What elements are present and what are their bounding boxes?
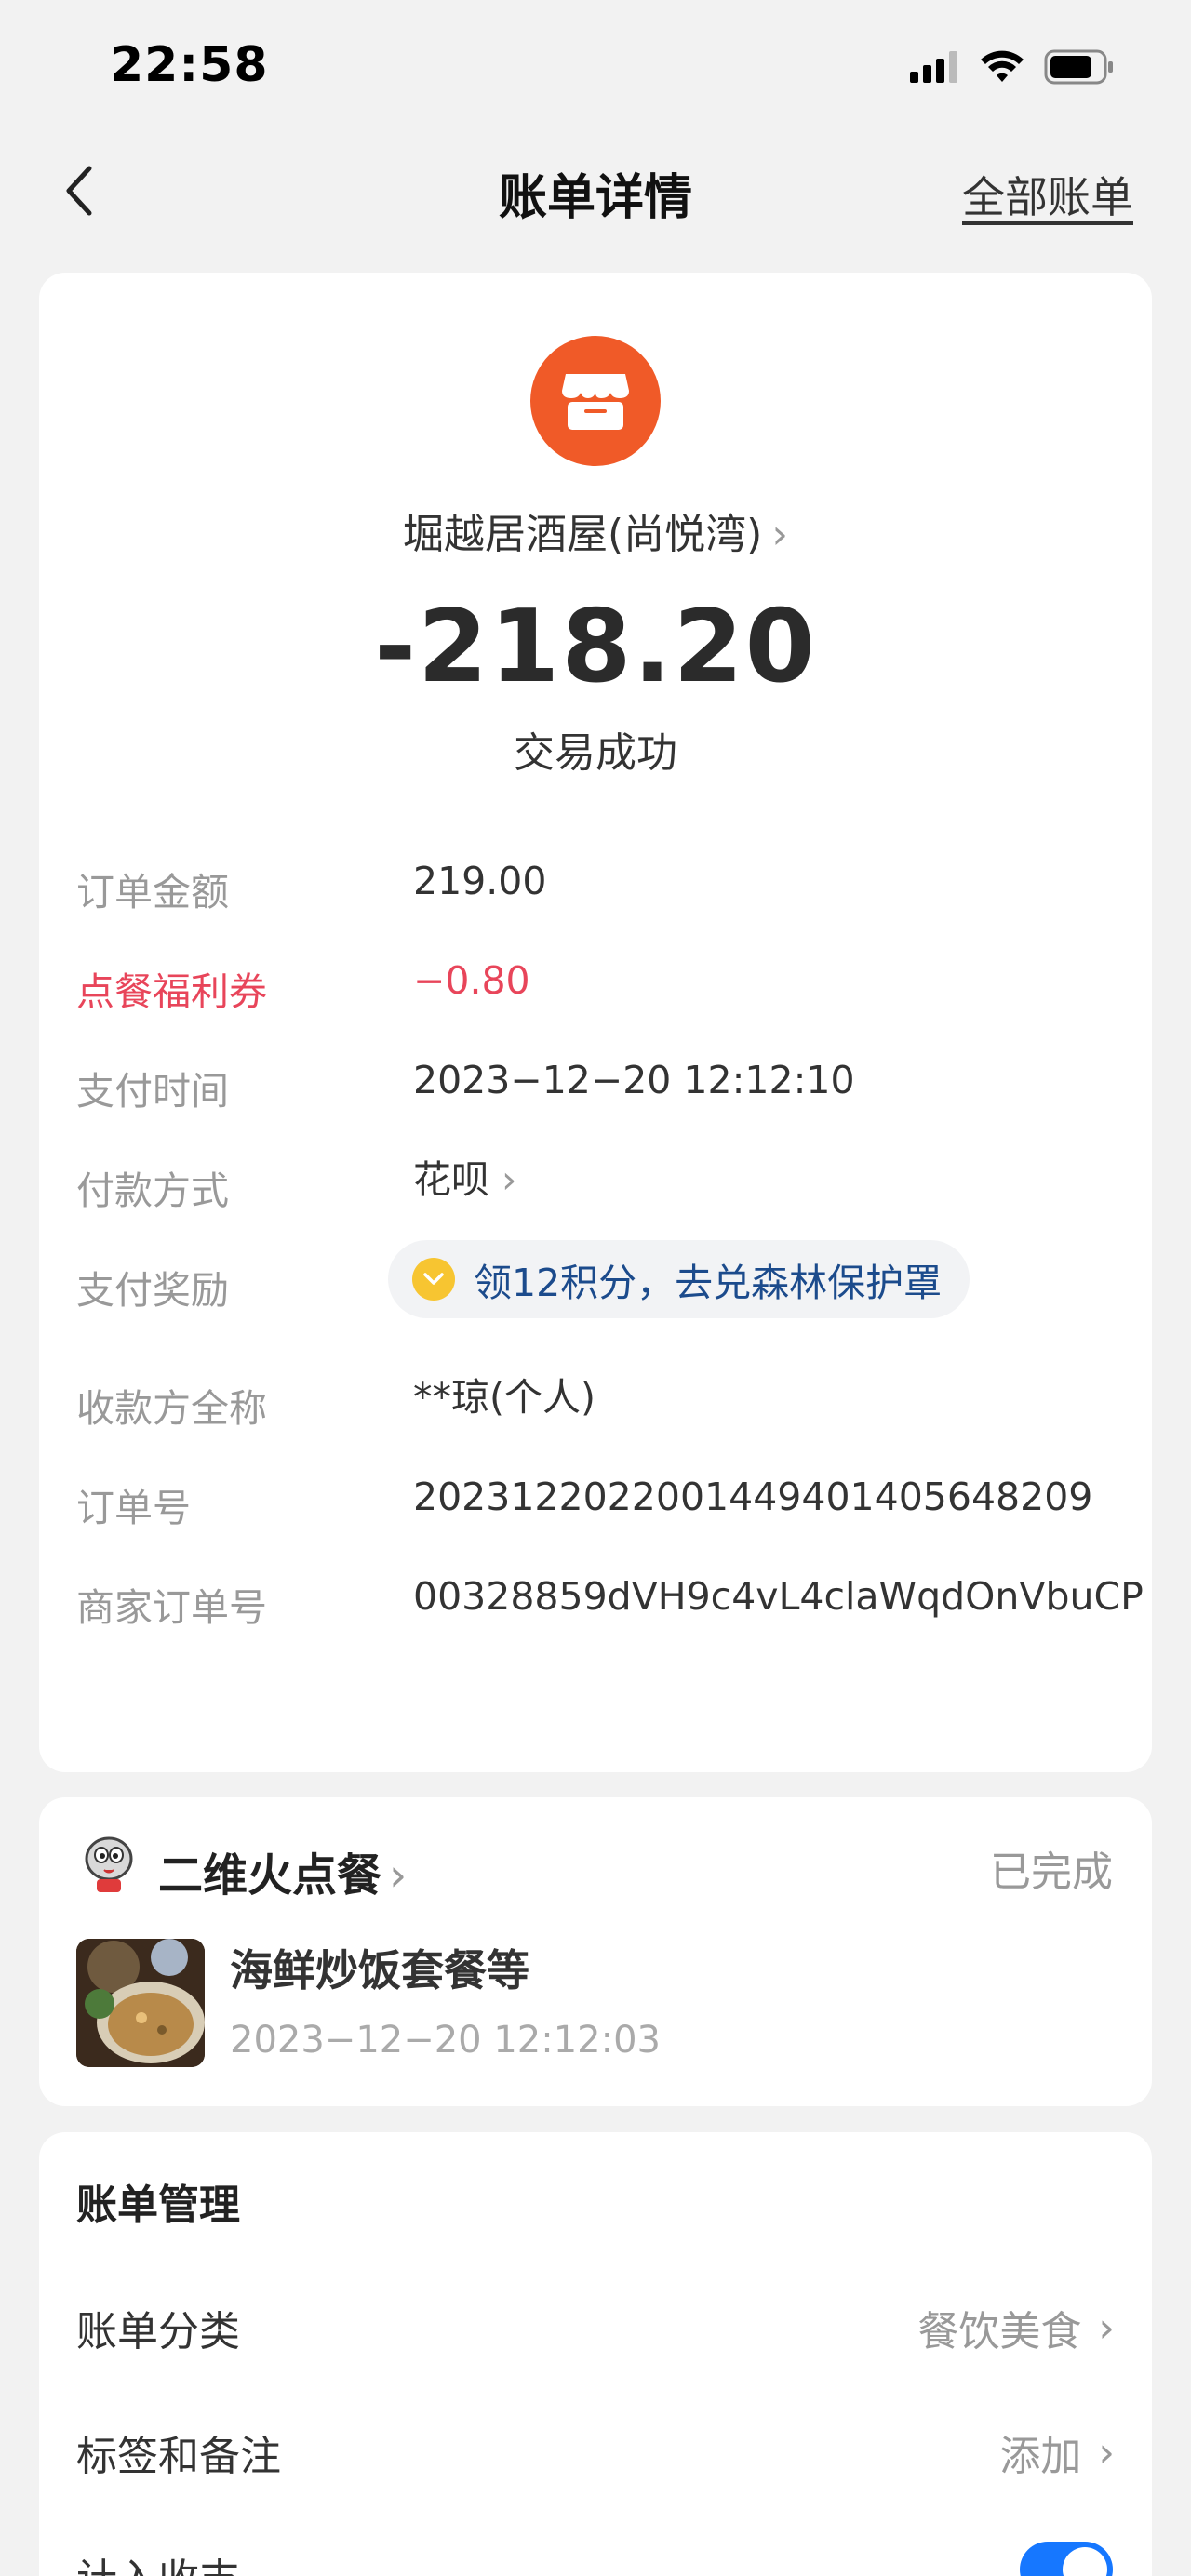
chevron-right-icon: › (1098, 2428, 1115, 2476)
chevron-right-icon: › (502, 1157, 517, 1202)
reward-pill[interactable]: 领12积分，去兑森林保护罩 (388, 1240, 970, 1318)
nav-bar: 账单详情 全部账单 (0, 140, 1191, 242)
service-name-row[interactable]: 二维火点餐 › (158, 1838, 407, 1903)
status-time: 22:58 (110, 37, 269, 93)
all-bills-link[interactable]: 全部账单 (962, 164, 1133, 225)
chevron-right-icon: › (389, 1849, 408, 1902)
row-right: 餐饮美食 › (917, 2298, 1115, 2357)
merchant-name: 堀越居酒屋(尚悦湾) (403, 511, 763, 558)
detail-value: 花呗 (413, 1157, 489, 1202)
transaction-card: 堀越居酒屋(尚悦湾) › -218.20 交易成功 订单金额 219.00 点餐福… (39, 273, 1152, 1772)
detail-label: 支付时间 (76, 1069, 229, 1114)
bill-detail-page: 22:58 账单详情 全部账单 堀越居酒屋(尚悦湾) › -218.20 交易成… (0, 0, 1191, 2576)
detail-value: **琼(个人) (413, 1375, 596, 1420)
signal-icon (910, 51, 957, 83)
mascot-icon (85, 1836, 133, 1892)
detail-label: 商家订单号 (76, 1585, 267, 1630)
detail-value: 219.00 (413, 859, 547, 903)
management-title: 账单管理 (76, 2182, 240, 2229)
merchant-name-row[interactable]: 堀越居酒屋(尚悦湾) › (39, 501, 1152, 560)
detail-label: 付款方式 (76, 1168, 229, 1213)
status-bar: 22:58 (0, 0, 1191, 140)
detail-value: 2023−12−20 12:12:10 (413, 1058, 855, 1102)
detail-label: 点餐福利券 (76, 969, 267, 1014)
count-in-stats-toggle[interactable] (1020, 2542, 1113, 2576)
reward-text: 领12积分，去兑森林保护罩 (474, 1261, 943, 1305)
status-icons (910, 48, 1115, 86)
coin-icon (412, 1258, 455, 1301)
bill-management-card: 账单管理 账单分类 餐饮美食 › 标签和备注 添加 › 计入收支 (39, 2132, 1152, 2576)
row-label: 账单分类 (76, 2308, 240, 2356)
row-right: 添加 › (999, 2423, 1115, 2482)
detail-label: 订单号 (76, 1486, 191, 1530)
food-thumbnail (76, 1939, 205, 2067)
detail-label: 收款方全称 (76, 1386, 267, 1431)
detail-value: 00328859dVH9c4vL4claWqdOnVbuCP (413, 1574, 1144, 1619)
pay-method-value-wrap: 花呗 › (413, 1150, 1148, 1209)
tags-value: 添加 (999, 2433, 1082, 2480)
transaction-amount: -218.20 (374, 589, 817, 705)
service-status: 已完成 (990, 1849, 1113, 1896)
detail-value: 2023122022001449401405648209 (413, 1475, 1093, 1519)
detail-label: 订单金额 (76, 870, 229, 914)
tags-notes-row[interactable]: 标签和备注 添加 › (76, 2423, 1115, 2482)
order-service-card[interactable]: 二维火点餐 › 已完成 海鲜炒饭套餐等 2023−12−20 12:12:03 (39, 1797, 1152, 2106)
bill-category-row[interactable]: 账单分类 餐饮美食 › (76, 2298, 1115, 2357)
store-icon (530, 336, 661, 466)
battery-icon (1044, 49, 1113, 85)
wifi-icon (981, 50, 1024, 82)
detail-value: −0.80 (413, 958, 530, 1003)
order-title: 海鲜炒饭套餐等 (230, 1945, 529, 1995)
transaction-status: 交易成功 (514, 729, 677, 777)
row-label: 标签和备注 (76, 2433, 281, 2480)
service-name: 二维火点餐 (158, 1849, 382, 1902)
count-in-stats-row: 计入收支 (76, 2545, 1115, 2576)
chevron-right-icon: › (1098, 2303, 1115, 2352)
order-time: 2023−12−20 12:12:03 (230, 2019, 661, 2062)
row-label: 计入收支 (76, 2556, 240, 2576)
chevron-right-icon: › (771, 511, 788, 558)
detail-label: 支付奖励 (76, 1268, 229, 1313)
category-value: 餐饮美食 (917, 2308, 1082, 2356)
